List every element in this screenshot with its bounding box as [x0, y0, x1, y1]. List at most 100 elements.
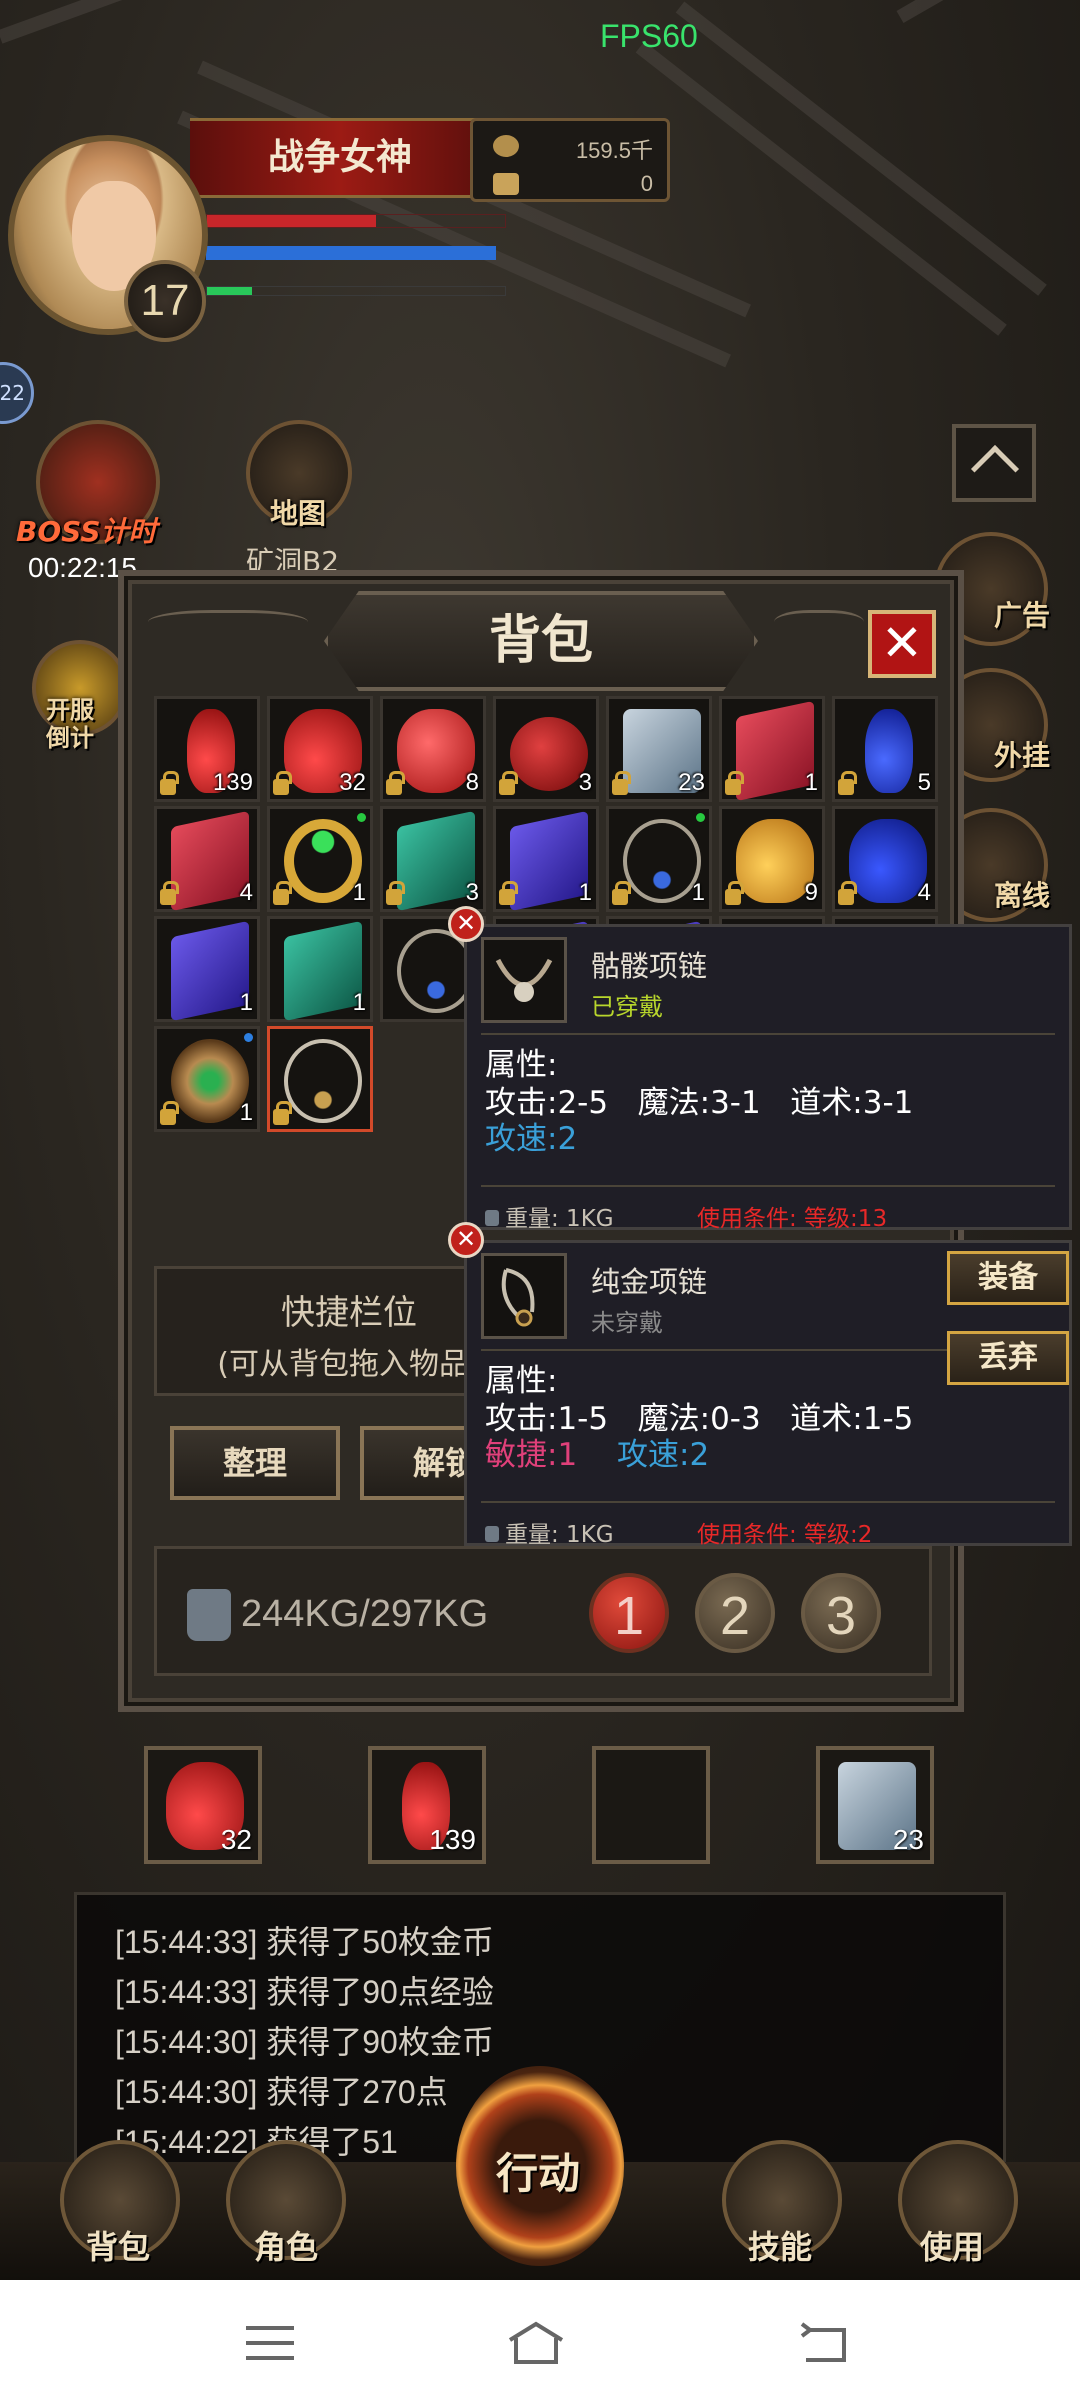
jade-ring-icon: [284, 819, 362, 903]
close-tooltip-icon[interactable]: ✕: [448, 906, 484, 942]
home-icon[interactable]: [506, 2318, 566, 2368]
boss-timer-label: BOSS计时: [16, 515, 157, 548]
equip-button[interactable]: 装备: [947, 1251, 1069, 1305]
item-count: 8: [465, 769, 479, 796]
tooltip-item-status: 已穿戴: [591, 993, 663, 1021]
gold-necklace-icon: [481, 1253, 567, 1339]
lock-icon: [160, 881, 179, 905]
ingot-amount: 0: [640, 171, 653, 196]
page-2-button[interactable]: 2: [695, 1573, 775, 1653]
lock-icon: [160, 1101, 179, 1125]
lock-icon: [386, 771, 405, 795]
lock-icon: [499, 881, 518, 905]
bag-slot[interactable]: 1: [493, 806, 599, 912]
lock-icon: [160, 771, 179, 795]
item-count: 23: [892, 1824, 924, 1855]
tooltip-weight: 重量: 1KG: [485, 1515, 614, 1549]
quickbar-slot[interactable]: 23: [816, 1746, 934, 1864]
lock-icon: [725, 881, 744, 905]
close-button[interactable]: ✕: [868, 610, 936, 678]
tooltip-attr-speed: 攻速:2: [617, 1437, 710, 1473]
fps-counter: FPS60: [600, 18, 698, 54]
role-menu-label: 角色: [254, 2228, 319, 2266]
discard-button[interactable]: 丢弃: [947, 1331, 1069, 1385]
bag-slot[interactable]: 139: [154, 696, 260, 802]
tooltip-item-name: 纯金项链: [591, 1265, 708, 1299]
skill-menu-label: 技能: [748, 2228, 813, 2266]
item-count: 1: [352, 879, 366, 906]
bag-slot[interactable]: 3: [493, 696, 599, 802]
bag-title: 背包: [488, 610, 593, 671]
offline-label: 离线: [994, 879, 1051, 912]
bag-slot[interactable]: 1: [267, 916, 373, 1022]
quickbar-slot[interactable]: [592, 1746, 710, 1864]
item-count: 5: [917, 769, 931, 796]
green-skill-book-icon: [397, 810, 475, 912]
item-count: 139: [429, 1824, 476, 1855]
red-skill-book-icon: [171, 810, 249, 912]
item-count: 1: [239, 1099, 253, 1126]
lock-icon: [838, 771, 857, 795]
bag-slot[interactable]: 5: [832, 696, 938, 802]
back-icon[interactable]: [794, 2318, 854, 2368]
red-skill-book-icon: [736, 700, 814, 802]
bag-slot[interactable]: 1: [267, 806, 373, 912]
jade-amulet-icon: [171, 1039, 249, 1123]
page-3-button[interactable]: 3: [801, 1573, 881, 1653]
bag-slot[interactable]: 32: [267, 696, 373, 802]
chat-line: [15:44:30] 获得了270点: [115, 2074, 448, 2110]
page-1-button[interactable]: 1: [589, 1573, 669, 1653]
bag-slot[interactable]: 4: [832, 806, 938, 912]
bag-slot[interactable]: 1: [606, 806, 712, 912]
bag-slot[interactable]: 4: [154, 806, 260, 912]
chevron-up-icon: [970, 444, 1020, 494]
tooltip-item-name: 骷髅项链: [591, 949, 708, 983]
menu-icon[interactable]: [240, 2318, 300, 2368]
currency-panel: 159.5千 0: [470, 118, 670, 202]
blue-skill-book-icon: [510, 810, 588, 912]
tooltip-item-status: 未穿戴: [591, 1309, 663, 1337]
chat-line: [15:44:30] 获得了90枚金币: [115, 2024, 494, 2060]
item-count: 1: [578, 879, 592, 906]
close-icon: ✕: [881, 614, 923, 672]
quickbar-slot[interactable]: 139: [368, 1746, 486, 1864]
mp-bar: [206, 246, 496, 260]
server-open-label: 开服倒计: [46, 696, 94, 752]
item-count: 32: [220, 1824, 252, 1855]
bag-slot[interactable]: 3: [380, 806, 486, 912]
lock-icon: [273, 1101, 292, 1125]
panel-ornament: [774, 610, 864, 640]
weight-value: 244KG/297KG: [241, 1593, 489, 1635]
bag-slot[interactable]: 1: [154, 916, 260, 1022]
ingot-icon: [493, 173, 519, 195]
skull-necklace-icon: [481, 937, 567, 1023]
lock-icon: [273, 881, 292, 905]
item-count: 9: [804, 879, 818, 906]
item-count: 1: [691, 879, 705, 906]
close-tooltip-icon[interactable]: ✕: [448, 1222, 484, 1258]
auto-play-label: 外挂: [994, 739, 1051, 772]
bag-slot[interactable]: 1: [719, 696, 825, 802]
bag-menu-label: 背包: [86, 2228, 151, 2266]
bag-slot[interactable]: 9: [719, 806, 825, 912]
use-menu-label: 使用: [920, 2228, 985, 2266]
bag-slot[interactable]: 8: [380, 696, 486, 802]
item-count: 4: [239, 879, 253, 906]
status-dot: [244, 1033, 253, 1042]
green-skill-book-icon: [284, 920, 362, 1022]
bag-slot[interactable]: [267, 1026, 373, 1132]
system-nav-bar: [0, 2280, 1080, 2408]
sort-button[interactable]: 整理: [170, 1426, 340, 1500]
item-count: 23: [678, 769, 705, 796]
new-item-tooltip: 纯金项链 未穿戴 属性: 攻击:1-5 魔法:0-3 道术:1-5 敏捷:1 攻…: [464, 1240, 1072, 1549]
lock-icon: [273, 771, 292, 795]
bag-slot[interactable]: 1: [154, 1026, 260, 1132]
quickbar-slot[interactable]: 32: [144, 1746, 262, 1864]
tooltip-requirement: 使用条件: 等级:13: [697, 1206, 888, 1232]
collapse-button[interactable]: [952, 424, 1036, 502]
player-level: 17: [124, 260, 206, 342]
bag-slot[interactable]: 23: [606, 696, 712, 802]
player-name: 战争女神: [190, 118, 490, 198]
panel-ornament: [148, 610, 308, 640]
lock-icon: [612, 771, 631, 795]
